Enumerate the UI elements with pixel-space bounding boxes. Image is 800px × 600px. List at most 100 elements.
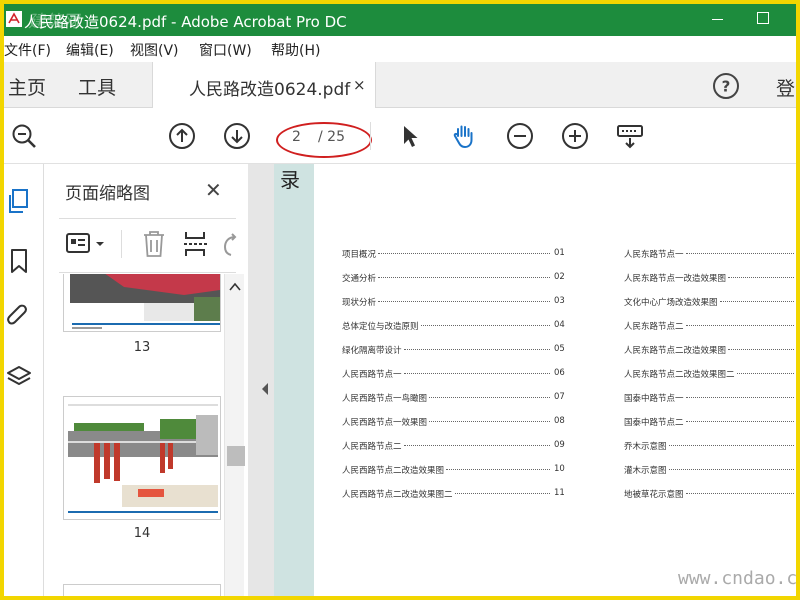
- tab-bar: 主页 工具 人民路改造0624.pdf × ? 登: [4, 62, 796, 109]
- previous-page-icon[interactable]: [168, 122, 196, 150]
- toc-entry[interactable]: 人民东路节点二: [624, 320, 796, 344]
- toc-entry-title: 国泰中路节点二: [624, 418, 684, 428]
- toc-entry[interactable]: 总体定位与改造原则 04: [342, 320, 566, 344]
- toolbar: 2 / 25: [4, 108, 796, 164]
- thumbnail-page-14[interactable]: [63, 396, 221, 520]
- toc-entry-title: 人民西路节点二改造效果图二: [342, 490, 453, 500]
- toc-entry-page: 09: [554, 440, 565, 450]
- acrobat-window: 人民路改造0624.pdf - Adobe Acrobat Pro DC 建筑网…: [4, 4, 796, 596]
- toc-leader-dots: [736, 373, 794, 374]
- tab-document[interactable]: 人民路改造0624.pdf ×: [152, 62, 376, 109]
- document-tab-label: 人民路改造0624.pdf: [189, 80, 351, 100]
- collapse-panel-arrow-icon[interactable]: [260, 382, 270, 396]
- toc-heading: 录: [280, 168, 300, 192]
- toc-entry-title: 人民东路节点一: [624, 250, 684, 260]
- zoom-out-icon[interactable]: [506, 122, 534, 150]
- toc-entry[interactable]: 人民西路节点二改造效果图 10: [342, 464, 566, 488]
- keyboard-icon[interactable]: [616, 122, 644, 150]
- acrobat-icon: [6, 11, 22, 27]
- panel-title: 页面缩略图: [65, 184, 150, 204]
- toc-entry[interactable]: 人民西路节点二 09: [342, 440, 566, 464]
- toc-leader-dots: [454, 493, 550, 494]
- menu-help[interactable]: 帮助(H): [271, 40, 320, 60]
- panel-toolbar: [59, 224, 239, 258]
- thumbnail-scrollbar[interactable]: [224, 274, 245, 596]
- page-thumbnails-icon[interactable]: [6, 188, 32, 214]
- maximize-button[interactable]: [740, 4, 786, 36]
- hand-tool-icon[interactable]: [450, 122, 478, 150]
- toc-entry[interactable]: 人民东路节点一: [624, 248, 796, 272]
- toc-entry[interactable]: 人民东路节点一改造效果图: [624, 272, 796, 296]
- extract-pages-icon[interactable]: [183, 230, 209, 258]
- toc-entry-title: 项目概况: [342, 250, 377, 260]
- menu-view[interactable]: 视图(V): [130, 40, 179, 60]
- watermark-top: 建筑网: [28, 12, 79, 32]
- options-menu-icon[interactable]: [65, 232, 109, 256]
- help-icon[interactable]: ?: [712, 72, 740, 100]
- thumbnail-page-15[interactable]: [63, 584, 221, 596]
- toc-entry[interactable]: 项目概况 01: [342, 248, 566, 272]
- toc-leader-dots: [403, 373, 550, 374]
- toc-entry[interactable]: 人民西路节点一鸟瞰图 07: [342, 392, 566, 416]
- scroll-up-arrow-icon[interactable]: [229, 282, 241, 292]
- thumbnail-page-13[interactable]: [63, 274, 221, 332]
- toc-leader-dots: [728, 277, 794, 278]
- toc-entry[interactable]: 国泰中路节点一: [624, 392, 796, 416]
- toc-entry[interactable]: 灌木示意图: [624, 464, 796, 488]
- toc-leader-dots: [403, 445, 550, 446]
- attachment-icon[interactable]: [6, 304, 32, 330]
- close-tab-button[interactable]: ×: [353, 76, 366, 94]
- tab-home[interactable]: 主页: [8, 73, 46, 100]
- rotate-icon[interactable]: [221, 232, 239, 258]
- thumbnail-13-image: [64, 274, 220, 331]
- delete-icon[interactable]: [141, 230, 167, 258]
- menu-bar: 文件(F) 编辑(E) 视图(V) 窗口(W) 帮助(H): [4, 36, 796, 62]
- toc-leader-dots: [719, 301, 794, 302]
- toc-entry[interactable]: 现状分析 03: [342, 296, 566, 320]
- panel-divider: [59, 218, 236, 219]
- toc-leader-dots: [685, 421, 794, 422]
- toc-entry[interactable]: 国泰中路节点二: [624, 416, 796, 440]
- toc-entry[interactable]: 文化中心广场改造效果图: [624, 296, 796, 320]
- toc-right-column: 人民东路节点一 人民东路节点一改造效果图 文化中心广场改造效果图 人民东路节点二 人民东…: [624, 248, 796, 512]
- toc-entry-page: 05: [554, 344, 565, 354]
- menu-window[interactable]: 窗口(W): [199, 40, 252, 60]
- toc-entry[interactable]: 人民西路节点一 06: [342, 368, 566, 392]
- toc-entry-title: 交通分析: [342, 274, 377, 284]
- sign-in-link[interactable]: 登: [776, 74, 795, 101]
- thumbnails-panel: 页面缩略图 ✕ 13 14: [45, 164, 248, 596]
- toc-entry[interactable]: 地被草花示意图: [624, 488, 796, 512]
- toc-leader-dots: [685, 325, 794, 326]
- toc-entry-title: 人民西路节点一效果图: [342, 418, 428, 428]
- toc-entry[interactable]: 交通分析 02: [342, 272, 566, 296]
- zoom-in-icon[interactable]: [561, 122, 589, 150]
- toc-entry-title: 文化中心广场改造效果图: [624, 298, 718, 308]
- menu-file[interactable]: 文件(F): [4, 40, 51, 60]
- tab-tools[interactable]: 工具: [78, 73, 116, 100]
- layers-icon[interactable]: [6, 364, 32, 390]
- close-panel-button[interactable]: ✕: [205, 178, 222, 202]
- pdf-page: 录 项目概况 01 交通分析 02 现状分析 03 总体定位与改造原则 04 绿化隔离带设计 05…: [274, 164, 796, 596]
- toc-entry[interactable]: 人民东路节点二改造效果图: [624, 344, 796, 368]
- zoom-search-icon[interactable]: [10, 122, 38, 150]
- toc-entry-page: 10: [554, 464, 565, 474]
- thumbnail-14-label: 14: [133, 526, 151, 541]
- toc-entry-title: 人民东路节点一改造效果图: [624, 274, 727, 284]
- next-page-icon[interactable]: [223, 122, 251, 150]
- toc-entry-page: 07: [554, 392, 565, 402]
- toc-entry-title: 人民西路节点二改造效果图: [342, 466, 445, 476]
- toc-leader-dots: [668, 469, 794, 470]
- toc-entry-title: 绿化隔离带设计: [342, 346, 402, 356]
- toc-entry[interactable]: 乔木示意图: [624, 440, 796, 464]
- select-cursor-icon[interactable]: [396, 122, 424, 150]
- scrollbar-thumb[interactable]: [227, 446, 245, 466]
- menu-edit[interactable]: 编辑(E): [66, 40, 114, 60]
- toc-entry[interactable]: 绿化隔离带设计 05: [342, 344, 566, 368]
- bookmark-icon[interactable]: [6, 248, 32, 274]
- toc-entry-title: 人民东路节点二改造效果图二: [624, 370, 735, 380]
- toc-entry[interactable]: 人民东路节点二改造效果图二: [624, 368, 796, 392]
- minimize-button[interactable]: [694, 4, 740, 36]
- toolbar-divider: [370, 122, 371, 150]
- toc-entry[interactable]: 人民西路节点一效果图 08: [342, 416, 566, 440]
- toc-entry[interactable]: 人民西路节点二改造效果图二 11: [342, 488, 566, 512]
